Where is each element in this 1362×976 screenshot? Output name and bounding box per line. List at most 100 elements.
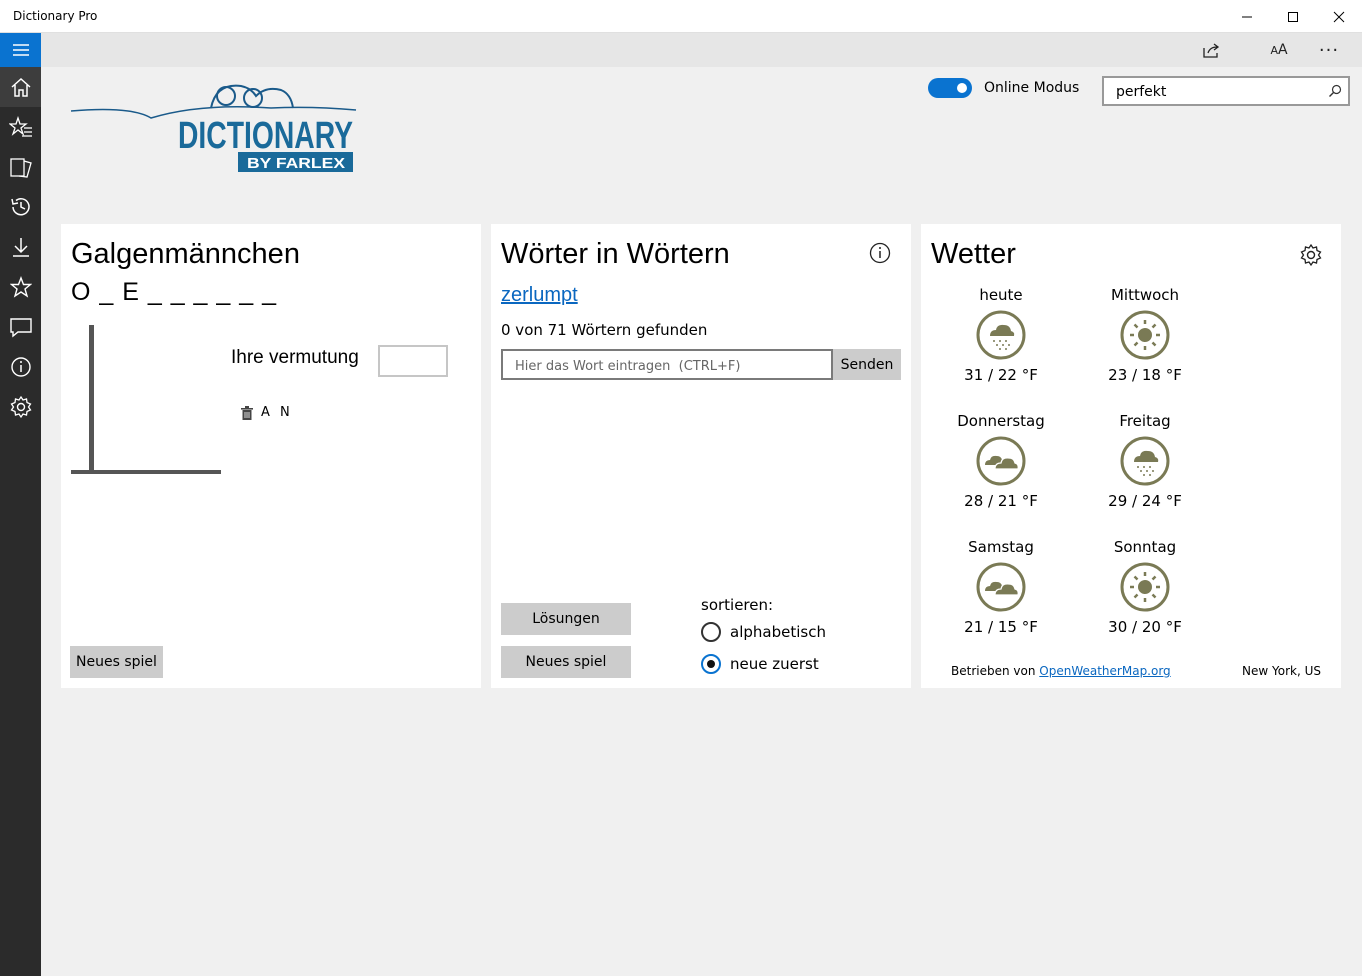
- sun-icon: [1120, 310, 1170, 360]
- weather-day-temp: 23 / 18 °F: [1108, 366, 1182, 384]
- more-button[interactable]: ···: [1307, 33, 1351, 67]
- gallows-base: [71, 470, 221, 474]
- star-icon: [9, 276, 32, 298]
- weather-day: Sonntag 30 / 20 °F: [1085, 538, 1205, 636]
- sidebar-item-favorites-list[interactable]: [0, 107, 41, 147]
- weather-day: Samstag 21 / 15 °F: [941, 538, 1061, 636]
- search-box: [1102, 76, 1350, 106]
- hangman-title: Galgenmännchen: [71, 238, 300, 270]
- send-button[interactable]: Senden: [833, 349, 901, 380]
- sidebar: [0, 33, 41, 976]
- share-icon: [1203, 43, 1220, 58]
- weather-day: heute 31 / 22 °F: [941, 286, 1061, 384]
- weather-day: Freitag 29 / 24 °F: [1085, 412, 1205, 510]
- powered-by: Betrieben von OpenWeatherMap.org: [951, 664, 1171, 678]
- weather-day-temp: 21 / 15 °F: [964, 618, 1038, 636]
- powered-by-label: Betrieben von: [951, 664, 1036, 678]
- sidebar-item-favorites[interactable]: [0, 267, 41, 307]
- sidebar-item-settings[interactable]: [0, 387, 41, 427]
- solutions-button[interactable]: Lösungen: [501, 603, 631, 635]
- radio-alphabetical[interactable]: [701, 622, 721, 642]
- home-icon: [11, 77, 30, 97]
- source-word-link[interactable]: zerlumpt: [501, 284, 578, 307]
- logo-sub-text: BY FARLEX: [247, 155, 345, 172]
- weather-day-name: Mittwoch: [1110, 286, 1180, 304]
- online-mode-toggle[interactable]: [928, 78, 972, 98]
- sun-icon: [1120, 562, 1170, 612]
- wrong-letters-row: A N: [241, 405, 293, 420]
- sort-option-newest[interactable]: neue zuerst: [701, 654, 819, 674]
- hangman-pattern: O _ E _ _ _ _ _ _: [71, 278, 278, 306]
- gallows-post: [89, 325, 94, 473]
- maximize-button[interactable]: [1270, 0, 1316, 33]
- online-mode-label: Online Modus: [984, 80, 1080, 96]
- hamburger-icon: [12, 44, 29, 56]
- snow-cloud-icon: [1120, 436, 1170, 486]
- download-icon: [12, 238, 29, 257]
- farlex-logo: DICTIONARY BY FARLEX: [71, 84, 357, 172]
- trash-icon[interactable]: [241, 405, 253, 420]
- weather-day: Donnerstag 28 / 21 °F: [941, 412, 1061, 510]
- radio-newest[interactable]: [701, 654, 721, 674]
- star-list-icon: [8, 116, 32, 137]
- guess-label: Ihre vermutung: [231, 347, 359, 368]
- hangman-panel: Galgenmännchen O _ E _ _ _ _ _ _ Ihre ve…: [61, 224, 481, 688]
- weather-day-name: Samstag: [968, 538, 1034, 556]
- word-entry-box: [501, 349, 833, 380]
- share-button[interactable]: [1189, 33, 1233, 67]
- info-icon[interactable]: [869, 242, 891, 264]
- weather-location: New York, US: [1242, 664, 1321, 678]
- words-new-game-button[interactable]: Neues spiel: [501, 646, 631, 678]
- minimize-icon: [1242, 16, 1252, 17]
- close-icon: [1333, 11, 1345, 22]
- weather-settings-icon[interactable]: [1299, 243, 1323, 267]
- sort-label: sortieren:: [701, 596, 774, 614]
- weather-day-name: heute: [979, 286, 1023, 304]
- weather-day: Mittwoch 23 / 18 °F: [1085, 286, 1205, 384]
- sort-option-label: alphabetisch: [730, 623, 826, 641]
- weather-day-temp: 31 / 22 °F: [964, 366, 1038, 384]
- title-bar: Dictionary Pro: [0, 0, 1362, 33]
- weather-day-name: Freitag: [1119, 412, 1171, 430]
- weather-day-name: Sonntag: [1113, 538, 1177, 556]
- sidebar-item-flashcards[interactable]: [0, 147, 41, 187]
- sidebar-item-feedback[interactable]: [0, 307, 41, 347]
- font-size-icon: AA: [1270, 42, 1288, 58]
- window-title: Dictionary Pro: [13, 9, 98, 23]
- weather-day-temp: 29 / 24 °F: [1108, 492, 1182, 510]
- info-icon: [10, 357, 31, 377]
- weather-day-temp: 30 / 20 °F: [1108, 618, 1182, 636]
- cloudy-icon: [976, 562, 1026, 612]
- weather-panel: Wetter heute 31 / 22 °F Mittwoch 23 / 18 °F…: [921, 224, 1341, 688]
- weather-title: Wetter: [931, 238, 1016, 270]
- minimize-button[interactable]: [1224, 0, 1270, 33]
- history-icon: [10, 198, 30, 216]
- hangman-new-game-button[interactable]: Neues spiel: [70, 646, 163, 678]
- logo-main-text: DICTIONARY: [178, 115, 353, 157]
- words-title: Wörter in Wörtern: [501, 238, 730, 270]
- wrong-letters: A N: [261, 405, 293, 420]
- sidebar-item-downloads[interactable]: [0, 227, 41, 267]
- sidebar-item-home[interactable]: [0, 67, 41, 107]
- sort-option-alphabetical[interactable]: alphabetisch: [701, 622, 826, 642]
- words-panel: Wörter in Wörtern zerlumpt 0 von 71 Wört…: [491, 224, 911, 688]
- cloudy-icon: [976, 436, 1026, 486]
- snow-cloud-icon: [976, 310, 1026, 360]
- sidebar-item-about[interactable]: [0, 347, 41, 387]
- weather-day-name: Donnerstag: [957, 412, 1045, 430]
- sidebar-item-history[interactable]: [0, 187, 41, 227]
- search-icon[interactable]: [1328, 84, 1342, 98]
- maximize-icon: [1288, 11, 1298, 22]
- sidebar-hamburger[interactable]: [0, 33, 41, 67]
- openweathermap-link[interactable]: OpenWeatherMap.org: [1039, 664, 1170, 678]
- flashcards-icon: [9, 158, 32, 178]
- comment-icon: [9, 318, 32, 338]
- search-input[interactable]: [1114, 82, 1318, 102]
- word-entry-input[interactable]: [513, 356, 817, 376]
- sort-option-label: neue zuerst: [730, 655, 819, 673]
- settings-icon: [10, 395, 31, 419]
- found-count: 0 von 71 Wörtern gefunden: [501, 321, 708, 339]
- guess-input[interactable]: [378, 345, 448, 377]
- font-size-button[interactable]: AA: [1257, 33, 1301, 67]
- close-button[interactable]: [1316, 0, 1362, 33]
